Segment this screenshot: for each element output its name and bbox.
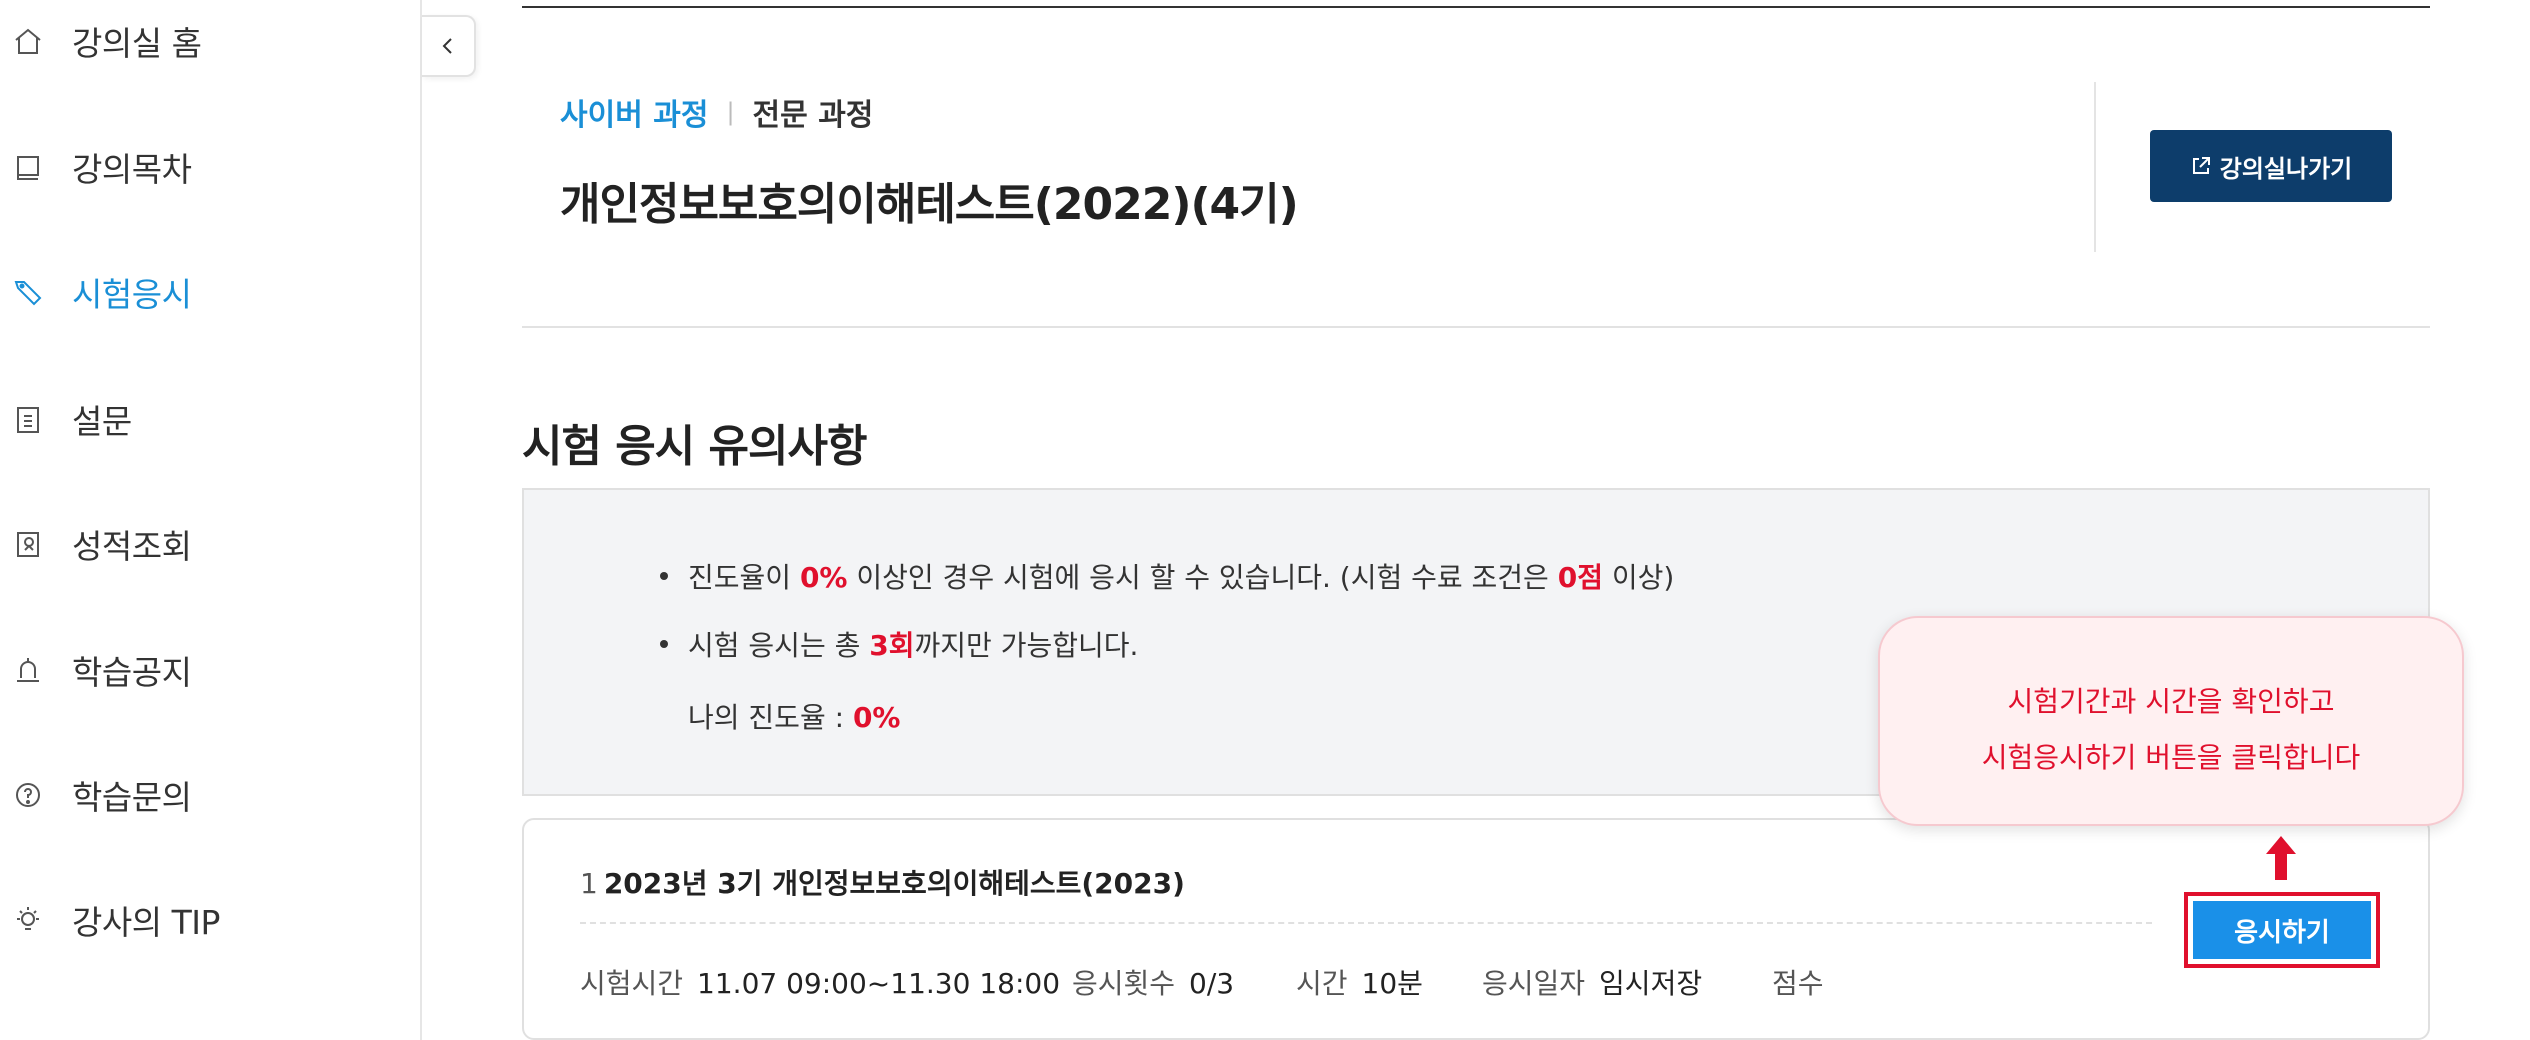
exam-score: 점수 (1772, 962, 1838, 1002)
sidebar-collapse-button[interactable] (422, 15, 476, 77)
sidebar-item-label: 시험응시 (72, 275, 192, 314)
notice-item-progress: 진도율이 0% 이상인 경우 시험에 응시 할 수 있습니다. (시험 수료 조… (660, 556, 1674, 596)
pass-score-value: 0점 (1557, 561, 1603, 594)
guide-tooltip: 시험기간과 시간을 확인하고 시험응시하기 버튼을 클릭합니다 (1878, 616, 2464, 826)
sidebar-item-label: 학습문의 (72, 778, 192, 817)
sidebar: 강의실 홈 강의목차 시험응시 설문 성적조회 학습공지 학습문의 강사의 TI… (0, 0, 422, 1040)
tooltip-line: 시험응시하기 버튼을 클릭합니다 (1981, 741, 2361, 774)
exit-classroom-button[interactable]: 강의실나가기 (2150, 130, 2392, 202)
clipboard-icon (10, 401, 46, 437)
exam-date-label: 응시일자 (1482, 967, 1586, 1000)
book-icon (10, 149, 46, 185)
exam-period: 시험시간 11.07 09:00~11.30 18:00 (580, 962, 1060, 1002)
exam-duration: 시간 10분 (1296, 962, 1423, 1002)
notice-text: 진도율이 (688, 561, 800, 594)
lightbulb-icon (10, 902, 46, 938)
tooltip-line: 시험기간과 시간을 확인하고 (2007, 685, 2335, 718)
exam-divider (580, 922, 2152, 924)
course-type: 사이버 과정 | 전문 과정 (560, 90, 873, 134)
sidebar-item-label: 설문 (72, 402, 132, 441)
page-title: 개인정보보호의이해테스트(2022)(4기) (560, 179, 1299, 230)
section-title: 시험 응시 유의사항 (522, 421, 867, 472)
sidebar-item-label: 강의목차 (72, 150, 192, 189)
notice-text: 이상) (1602, 561, 1675, 594)
sidebar-item-label: 강의실 홈 (72, 24, 202, 63)
report-icon (10, 526, 46, 562)
notice-text: 시험 응시는 총 (688, 629, 870, 662)
my-progress: 나의 진도율 : 0% (688, 696, 900, 736)
tag-icon (10, 274, 46, 310)
my-progress-value: 0% (852, 701, 901, 734)
question-icon (10, 777, 46, 813)
section-divider (522, 326, 2430, 328)
bell-icon (10, 652, 46, 688)
bullet-dot (660, 572, 668, 580)
required-progress-value: 0% (799, 561, 848, 594)
exam-date: 응시일자 임시저장 (1482, 962, 1702, 1002)
external-link-icon (2192, 157, 2210, 174)
my-progress-label: 나의 진도율 : (688, 701, 853, 734)
course-type-primary: 사이버 과정 (560, 98, 709, 133)
exam-score-label: 점수 (1772, 967, 1824, 1000)
exit-classroom-label: 강의실나가기 (2219, 154, 2353, 183)
exam-period-value: 11.07 09:00~11.30 18:00 (697, 967, 1061, 1000)
exam-title-text: 2023년 3기 개인정보보호의이해테스트(2023) (603, 867, 1185, 900)
notice-item-attempts: 시험 응시는 총 3회까지만 가능합니다. (660, 624, 1138, 664)
exam-duration-label: 시간 (1296, 967, 1348, 1000)
sidebar-item-label: 강사의 TIP (72, 903, 220, 942)
exam-attempts-value: 0/3 (1189, 967, 1235, 1000)
type-separator: | (726, 98, 735, 126)
notice-text: 이상인 경우 시험에 응시 할 수 있습니다. (시험 수료 조건은 (847, 561, 1558, 594)
exam-title: 1 2023년 3기 개인정보보호의이해테스트(2023) (580, 862, 1185, 902)
apply-exam-button[interactable]: 응시하기 (2193, 901, 2371, 959)
exam-card (522, 818, 2430, 1040)
exam-duration-value: 10분 (1361, 967, 1423, 1000)
bullet-dot (660, 640, 668, 648)
top-divider (522, 6, 2430, 8)
exam-number: 1 (580, 867, 598, 900)
notice-text: 까지만 가능합니다. (914, 629, 1139, 662)
arrow-up-icon (2266, 836, 2296, 880)
home-icon (10, 23, 46, 59)
exam-attempts: 응시횟수 0/3 (1072, 962, 1234, 1002)
exam-period-label: 시험시간 (580, 967, 684, 1000)
sidebar-item-label: 성적조회 (72, 527, 192, 566)
exam-attempts-label: 응시횟수 (1072, 967, 1176, 1000)
apply-highlight: 응시하기 (2184, 892, 2380, 968)
exam-date-value: 임시저장 (1599, 967, 1703, 1000)
max-attempts-value: 3회 (869, 629, 915, 662)
header-divider (2094, 82, 2096, 252)
sidebar-item-label: 학습공지 (72, 653, 192, 692)
course-type-secondary: 전문 과정 (752, 98, 874, 133)
chevron-left-icon (442, 38, 452, 54)
